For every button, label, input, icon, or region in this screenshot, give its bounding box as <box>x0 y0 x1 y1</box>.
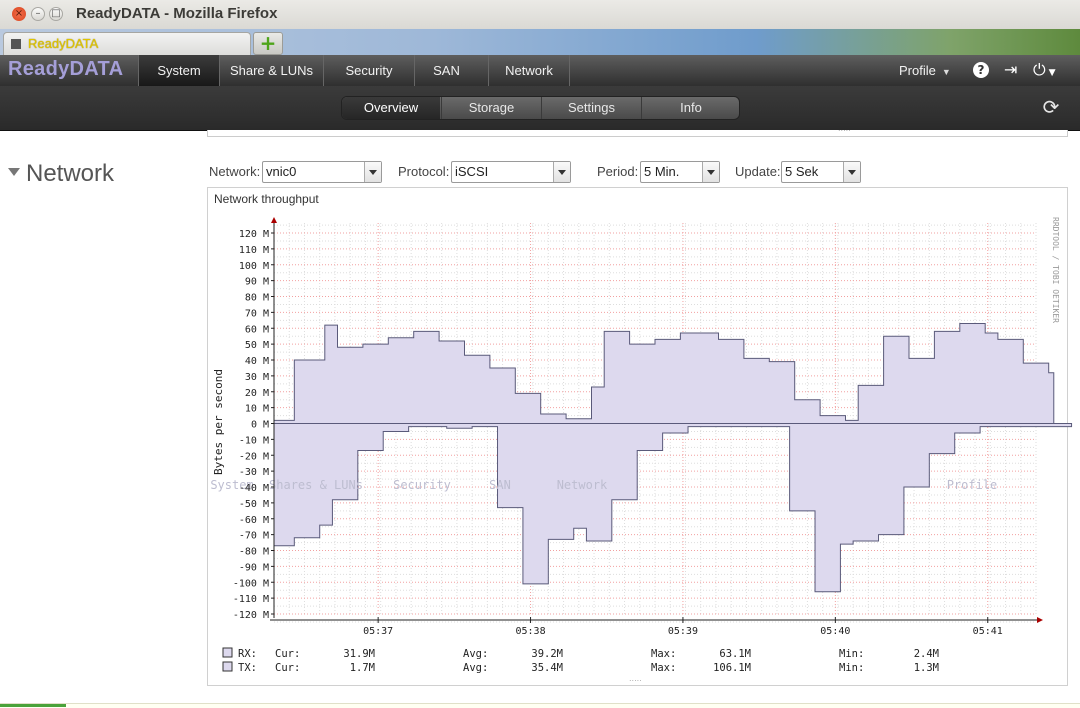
collapse-triangle-icon[interactable] <box>8 167 20 176</box>
window-maximize-icon[interactable]: □ <box>49 7 63 21</box>
period-select[interactable]: 5 Min. <box>640 161 720 183</box>
logout-icon[interactable]: ⇥ <box>1004 62 1017 78</box>
dropdown-arrow-icon <box>843 162 860 182</box>
dropdown-arrow-icon <box>702 162 719 182</box>
browser-tab-label: ReadyDATA <box>28 36 99 51</box>
power-icon[interactable]: ⏻ ▼ <box>1033 62 1056 81</box>
profile-label: Profile <box>899 63 936 78</box>
dropdown-arrow-icon <box>364 162 381 182</box>
period-select-value: 5 Min. <box>644 164 680 179</box>
favicon-icon <box>11 39 21 49</box>
window-minimize-icon[interactable]: – <box>31 7 45 21</box>
profile-menu[interactable]: Profile ▼ <box>899 55 951 88</box>
network-select[interactable]: vnic0 <box>262 161 382 183</box>
tab-settings[interactable]: Settings <box>541 97 641 119</box>
network-throughput-panel <box>207 187 1068 686</box>
sub-nav-segmented-control: Overview Storage Settings Info <box>341 96 740 120</box>
chevron-down-icon: ▼ <box>941 67 951 77</box>
protocol-label: Protocol: <box>398 164 450 179</box>
graph-title: Network throughput <box>214 192 319 206</box>
previous-panel-bottom: ..... <box>207 124 1068 137</box>
nav-share-luns[interactable]: Share & LUNs <box>219 55 323 86</box>
dropdown-arrow-icon <box>553 162 570 182</box>
update-label: Update: <box>735 164 781 179</box>
tab-info[interactable]: Info <box>641 97 739 119</box>
protocol-select[interactable]: iSCSI <box>451 161 571 183</box>
nav-system[interactable]: System <box>138 55 219 86</box>
new-tab-plus-icon[interactable]: + <box>253 32 283 55</box>
network-select-value: vnic0 <box>266 164 297 179</box>
nav-divider <box>569 55 570 86</box>
update-select-value: 5 Sek <box>785 164 819 179</box>
window-title: ReadyDATA - Mozilla Firefox <box>76 5 278 22</box>
tab-storage[interactable]: Storage <box>441 97 541 119</box>
section-title-text: Network <box>26 160 115 187</box>
app-nav-bar: ReadyDATA System Share & LUNs Security S… <box>0 55 1080 87</box>
refresh-icon[interactable]: ⟳ <box>1040 96 1062 118</box>
update-select[interactable]: 5 Sek <box>781 161 861 183</box>
period-label: Period: <box>597 164 639 179</box>
status-bar <box>0 703 1080 708</box>
section-title[interactable]: Network <box>8 160 114 188</box>
protocol-select-value: iSCSI <box>455 164 489 179</box>
window-close-icon[interactable]: × <box>12 7 26 21</box>
panel-grip[interactable]: ..... <box>838 124 851 133</box>
network-label: Network: <box>209 164 261 179</box>
nav-san[interactable]: SAN <box>414 55 478 86</box>
browser-tab[interactable]: ReadyDATA <box>3 32 251 56</box>
readydata-logo[interactable]: ReadyDATA <box>8 58 123 81</box>
panel-resize-grip[interactable]: ..... <box>629 674 642 683</box>
tab-overview[interactable]: Overview <box>342 97 440 119</box>
sub-nav-bar: Overview Storage Settings Info <box>0 86 1080 131</box>
help-icon[interactable]: ? <box>973 62 989 78</box>
browser-tab-strip: ReadyDATA + <box>0 29 1080 56</box>
nav-security[interactable]: Security <box>323 55 414 86</box>
nav-network[interactable]: Network <box>488 55 569 86</box>
window-titlebar: × – □ ReadyDATA - Mozilla Firefox <box>0 0 1080 30</box>
